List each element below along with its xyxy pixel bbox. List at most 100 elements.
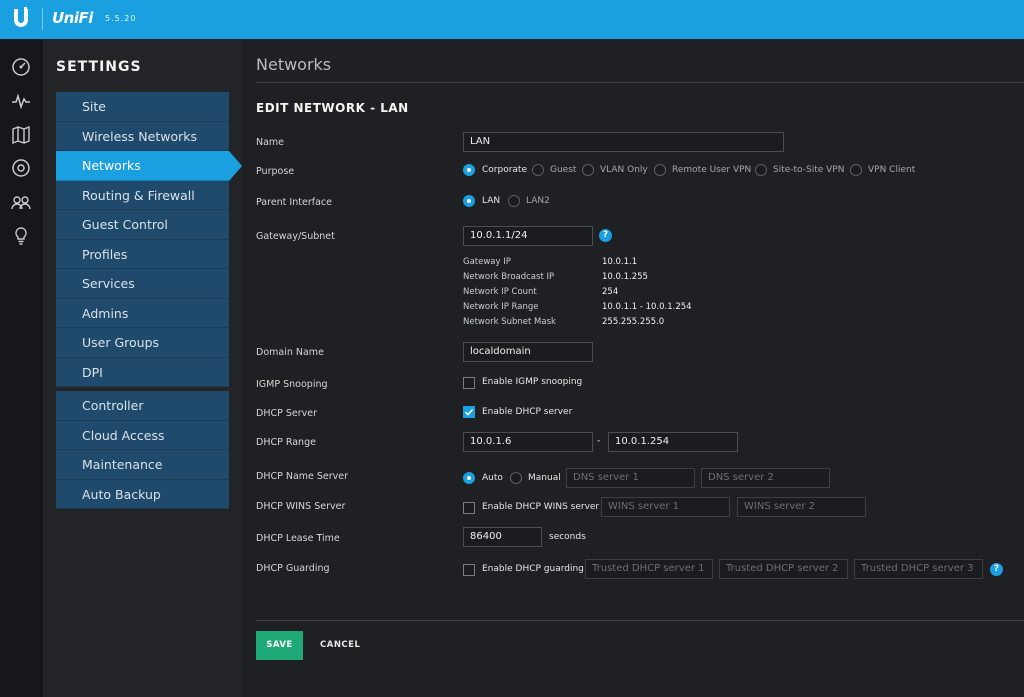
dns-server-1-input[interactable]: DNS server 1 <box>566 468 695 488</box>
dhcp-guarding-label: DHCP Guarding <box>256 563 330 574</box>
parent-lan2-radio[interactable] <box>508 195 520 207</box>
parent-lan-label: LAN <box>482 196 501 206</box>
dhcp-server-label: DHCP Server <box>256 408 317 419</box>
statistics-icon[interactable] <box>11 91 31 111</box>
subnet-mask-value: 255.255.255.0 <box>602 317 665 327</box>
app-version: 5.5.20 <box>105 14 137 23</box>
dns-server-2-input[interactable]: DNS server 2 <box>701 468 830 488</box>
parent-lan-radio[interactable] <box>463 195 475 207</box>
map-icon[interactable] <box>11 125 31 145</box>
sidebar-item-guest-control[interactable]: Guest Control <box>56 210 229 240</box>
sidebar-item-admins[interactable]: Admins <box>56 299 229 328</box>
parent-lan2-label: LAN2 <box>526 196 550 206</box>
name-server-auto-label: Auto <box>482 473 503 483</box>
sidebar-item-wireless-networks[interactable]: Wireless Networks <box>56 122 229 151</box>
igmp-checkbox[interactable] <box>463 377 475 389</box>
help-icon[interactable]: ? <box>990 563 1003 576</box>
lease-time-input[interactable]: 86400 <box>463 527 542 547</box>
dhcp-server-option-label: Enable DHCP server <box>482 407 573 417</box>
dhcp-wins-option-label: Enable DHCP WINS server <box>482 502 600 512</box>
dashboard-icon[interactable] <box>11 57 31 77</box>
purpose-vlan-only-radio[interactable] <box>582 164 594 176</box>
cancel-button[interactable]: CANCEL <box>320 640 360 650</box>
ip-count-label: Network IP Count <box>463 287 537 297</box>
name-label: Name <box>256 137 285 148</box>
purpose-guest-radio[interactable] <box>532 164 544 176</box>
wins-server-1-input[interactable]: WINS server 1 <box>601 497 730 517</box>
name-input[interactable]: LAN <box>463 132 784 152</box>
dhcp-name-server-label: DHCP Name Server <box>256 471 349 482</box>
checkmark-icon <box>464 408 474 416</box>
settings-menu-group-2: Controller Cloud Access Maintenance Auto… <box>56 391 229 509</box>
insights-icon[interactable] <box>11 226 31 246</box>
trusted-dhcp-2-input[interactable]: Trusted DHCP server 2 <box>719 559 848 579</box>
purpose-remote-vpn-radio[interactable] <box>654 164 666 176</box>
app-brand: UniFi <box>52 9 93 27</box>
devices-icon[interactable] <box>11 158 31 178</box>
gateway-subnet-label: Gateway/Subnet <box>256 231 335 242</box>
section-title: EDIT NETWORK - LAN <box>256 101 409 115</box>
clients-icon[interactable] <box>11 192 31 212</box>
dhcp-guarding-checkbox[interactable] <box>463 564 475 576</box>
subnet-mask-label: Network Subnet Mask <box>463 317 556 327</box>
top-bar: UniFi 5.5.20 <box>0 0 1024 39</box>
ip-range-label: Network IP Range <box>463 302 539 312</box>
sidebar-item-user-groups[interactable]: User Groups <box>56 328 229 358</box>
parent-interface-label: Parent Interface <box>256 197 332 208</box>
dhcp-guarding-option-label: Enable DHCP guarding <box>482 564 584 574</box>
sidebar-item-cloud-access[interactable]: Cloud Access <box>56 421 229 450</box>
gateway-ip-label: Gateway IP <box>463 257 511 267</box>
dhcp-range-end-input[interactable]: 10.0.1.254 <box>608 432 738 452</box>
domain-name-input[interactable]: localdomain <box>463 342 593 362</box>
icon-rail <box>0 39 43 697</box>
purpose-vpn-client-radio[interactable] <box>850 164 862 176</box>
purpose-site-to-site-radio[interactable] <box>755 164 767 176</box>
dhcp-range-label: DHCP Range <box>256 437 316 448</box>
purpose-vpn-client-label: VPN Client <box>868 165 916 175</box>
dhcp-wins-label: DHCP WINS Server <box>256 501 346 512</box>
broadcast-ip-value: 10.0.1.255 <box>602 272 648 282</box>
footer-divider <box>256 620 1024 621</box>
wins-server-2-input[interactable]: WINS server 2 <box>737 497 866 517</box>
sidebar-item-site[interactable]: Site <box>56 92 229 122</box>
save-button[interactable]: SAVE <box>256 631 303 660</box>
sidebar-item-networks[interactable]: Networks <box>56 151 242 181</box>
title-divider <box>256 82 1024 83</box>
ip-range-value: 10.0.1.1 - 10.0.1.254 <box>602 302 692 312</box>
name-server-manual-label: Manual <box>528 473 561 483</box>
gateway-ip-value: 10.0.1.1 <box>602 257 638 267</box>
sidebar-item-controller[interactable]: Controller <box>56 391 229 421</box>
help-icon[interactable]: ? <box>599 229 612 242</box>
purpose-corporate-label: Corporate <box>482 165 527 175</box>
gateway-subnet-input[interactable]: 10.0.1.1/24 <box>463 226 593 246</box>
sidebar-item-profiles[interactable]: Profiles <box>56 240 229 269</box>
topbar-divider <box>42 8 43 30</box>
settings-menu: Site Wireless Networks Networks Routing … <box>56 92 242 509</box>
purpose-vlan-only-label: VLAN Only <box>600 165 648 175</box>
lease-time-label: DHCP Lease Time <box>256 533 340 544</box>
sidebar-item-auto-backup[interactable]: Auto Backup <box>56 480 229 509</box>
settings-menu-group-1: Site Wireless Networks Networks Routing … <box>56 92 242 387</box>
name-server-manual-radio[interactable] <box>510 472 522 484</box>
page-title: Networks <box>256 55 332 74</box>
dhcp-range-start-input[interactable]: 10.0.1.6 <box>463 432 593 452</box>
sidebar-item-services[interactable]: Services <box>56 269 229 299</box>
purpose-remote-vpn-label: Remote User VPN <box>672 165 752 175</box>
igmp-option-label: Enable IGMP snooping <box>482 377 583 387</box>
trusted-dhcp-3-input[interactable]: Trusted DHCP server 3 <box>854 559 983 579</box>
ip-count-value: 254 <box>602 287 619 297</box>
purpose-label: Purpose <box>256 166 295 177</box>
sidebar-item-dpi[interactable]: DPI <box>56 358 229 387</box>
dhcp-range-separator: - <box>597 436 601 446</box>
igmp-label: IGMP Snooping <box>256 379 328 390</box>
name-server-auto-radio[interactable] <box>463 472 475 484</box>
sidebar-item-maintenance[interactable]: Maintenance <box>56 450 229 480</box>
purpose-guest-label: Guest <box>550 165 577 175</box>
broadcast-ip-label: Network Broadcast IP <box>463 272 555 282</box>
sidebar-item-routing-firewall[interactable]: Routing & Firewall <box>56 181 229 210</box>
trusted-dhcp-1-input[interactable]: Trusted DHCP server 1 <box>585 559 713 579</box>
ubiquiti-logo-icon[interactable] <box>12 7 30 31</box>
dhcp-server-checkbox[interactable] <box>463 406 475 418</box>
dhcp-wins-checkbox[interactable] <box>463 502 475 514</box>
purpose-corporate-radio[interactable] <box>463 164 475 176</box>
